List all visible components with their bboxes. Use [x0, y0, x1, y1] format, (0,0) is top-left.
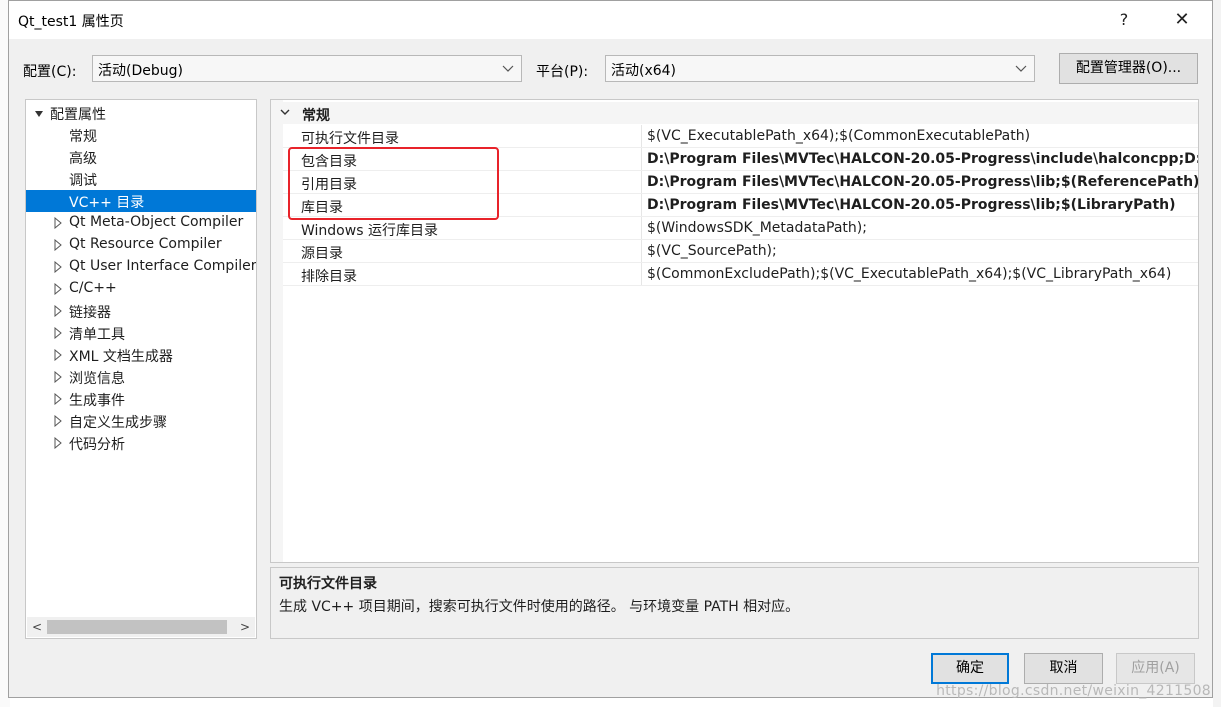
scroll-left-icon[interactable]: <	[29, 619, 45, 635]
collapsed-triangle-icon	[54, 393, 62, 405]
tree-item-label: Qt Resource Compiler	[69, 236, 222, 252]
column-divider	[641, 125, 642, 147]
grid-category-general[interactable]: 常规	[271, 102, 1198, 124]
property-row-source-dirs[interactable]: 源目录 $(VC_SourcePath);	[283, 240, 1198, 263]
tree-item-qt-moc[interactable]: Qt Meta-Object Compiler	[26, 212, 256, 234]
chevron-down-icon	[1015, 65, 1027, 72]
tree-item-linker[interactable]: 链接器	[26, 300, 256, 322]
platform-combo[interactable]: 活动(x64)	[605, 55, 1035, 82]
config-combo[interactable]: 活动(Debug)	[92, 55, 522, 82]
tree-item-label: 调试	[69, 173, 97, 189]
description-panel: 可执行文件目录 生成 VC++ 项目期间，搜索可执行文件时使用的路径。 与环境变…	[270, 567, 1199, 639]
platform-label: 平台(P):	[536, 64, 589, 80]
property-value[interactable]: $(VC_ExecutablePath_x64);$(CommonExecuta…	[647, 128, 1030, 144]
property-value[interactable]: D:\Program Files\MVTec\HALCON-20.05-Prog…	[647, 174, 1198, 190]
tree-item-browse-info[interactable]: 浏览信息	[26, 366, 256, 388]
collapsed-triangle-icon	[54, 349, 62, 361]
help-button[interactable]: ?	[1107, 7, 1141, 33]
collapsed-triangle-icon	[54, 437, 62, 449]
collapsed-triangle-icon	[54, 327, 62, 339]
collapsed-triangle-icon	[54, 239, 62, 251]
collapsed-triangle-icon	[54, 283, 62, 295]
property-row-winrt-dirs[interactable]: Windows 运行库目录 $(WindowsSDK_MetadataPath)…	[283, 217, 1198, 240]
title-bar: Qt_test1 属性页 ? ✕	[9, 1, 1212, 39]
platform-value: 活动(x64)	[611, 63, 677, 79]
tree-item-label: 生成事件	[69, 393, 125, 409]
tree-item-build-events[interactable]: 生成事件	[26, 388, 256, 410]
collapsed-triangle-icon	[54, 371, 62, 383]
tree-item-label: XML 文档生成器	[69, 349, 173, 365]
property-row-executable-dirs[interactable]: 可执行文件目录 $(VC_ExecutablePath_x64);$(Commo…	[283, 125, 1198, 148]
close-button[interactable]: ✕	[1165, 7, 1199, 33]
cancel-button[interactable]: 取消	[1024, 653, 1103, 684]
property-pages-dialog: Qt_test1 属性页 ? ✕ 配置(C): 活动(Debug) 平台(P):…	[8, 0, 1213, 698]
tree-item-custom-build[interactable]: 自定义生成步骤	[26, 410, 256, 432]
config-manager-button[interactable]: 配置管理器(O)...	[1059, 53, 1198, 84]
tree-item-label: Qt Meta-Object Compiler	[69, 214, 244, 230]
property-value[interactable]: $(WindowsSDK_MetadataPath);	[647, 220, 867, 236]
property-name: 源目录	[301, 246, 343, 262]
column-divider	[641, 194, 642, 216]
property-value[interactable]: D:\Program Files\MVTec\HALCON-20.05-Prog…	[647, 197, 1176, 213]
property-row-exclude-dirs[interactable]: 排除目录 $(CommonExcludePath);$(VC_Executabl…	[283, 263, 1198, 286]
window-title: Qt_test1 属性页	[18, 14, 124, 30]
tree-item-code-analysis[interactable]: 代码分析	[26, 432, 256, 454]
apply-button[interactable]: 应用(A)	[1116, 653, 1195, 684]
collapsed-triangle-icon	[54, 217, 62, 229]
tree-item-debugging[interactable]: 调试	[26, 168, 256, 190]
expanded-triangle-icon	[35, 111, 43, 117]
tree-item-label: 配置属性	[50, 107, 106, 123]
collapsed-triangle-icon	[54, 415, 62, 427]
tree-item-label: 高级	[69, 151, 97, 167]
expanded-chevron-icon	[280, 109, 290, 115]
chevron-down-icon	[502, 65, 514, 72]
tree-horizontal-scrollbar[interactable]: < >	[27, 617, 255, 637]
config-label: 配置(C):	[23, 64, 77, 80]
tree-item-advanced[interactable]: 高级	[26, 146, 256, 168]
property-name: 排除目录	[301, 269, 357, 285]
scroll-right-icon[interactable]: >	[237, 619, 253, 635]
ok-button[interactable]: 确定	[931, 653, 1009, 684]
tree-item-vc-directories[interactable]: VC++ 目录	[26, 190, 256, 212]
tree-item-label: C/C++	[69, 280, 117, 296]
description-title: 可执行文件目录	[279, 576, 377, 592]
watermark-text: https://blog.csdn.net/weixin_4211508	[936, 683, 1211, 699]
property-value[interactable]: $(VC_SourcePath);	[647, 243, 777, 259]
grid-gutter	[271, 100, 283, 562]
column-divider	[641, 240, 642, 262]
tree-item-label: 常规	[69, 129, 97, 145]
tree-item-xml-doc[interactable]: XML 文档生成器	[26, 344, 256, 366]
tree-item-label: 清单工具	[69, 327, 125, 343]
tree-item-label: Qt User Interface Compiler	[69, 258, 257, 274]
tree-item-label: 链接器	[69, 305, 111, 321]
tree-item-cpp[interactable]: C/C++	[26, 278, 256, 300]
category-tree: 配置属性 常规 高级 调试 VC++ 目录 Qt Meta-Object Com…	[25, 99, 257, 639]
property-value[interactable]: D:\Program Files\MVTec\HALCON-20.05-Prog…	[647, 151, 1198, 167]
property-value[interactable]: $(CommonExcludePath);$(VC_ExecutablePath…	[647, 266, 1171, 282]
scroll-thumb[interactable]	[47, 620, 227, 634]
tree-item-qt-rcc[interactable]: Qt Resource Compiler	[26, 234, 256, 256]
tree-item-label: VC++ 目录	[69, 195, 145, 211]
tree-item-label: 自定义生成步骤	[69, 415, 167, 431]
column-divider	[641, 171, 642, 193]
grid-category-label: 常规	[302, 108, 330, 124]
tree-item-manifest-tool[interactable]: 清单工具	[26, 322, 256, 344]
red-highlight-annotation	[288, 147, 499, 220]
property-name: 可执行文件目录	[301, 131, 399, 147]
column-divider	[641, 148, 642, 170]
config-value: 活动(Debug)	[98, 63, 183, 79]
tree-item-label: 浏览信息	[69, 371, 125, 387]
column-divider	[641, 217, 642, 239]
tree-item-label: 代码分析	[69, 437, 125, 453]
description-text: 生成 VC++ 项目期间，搜索可执行文件时使用的路径。 与环境变量 PATH 相…	[279, 599, 800, 615]
column-divider	[641, 263, 642, 285]
collapsed-triangle-icon	[54, 261, 62, 273]
tree-item-general[interactable]: 常规	[26, 124, 256, 146]
tree-item-qt-uic[interactable]: Qt User Interface Compiler	[26, 256, 256, 278]
background-window-edge	[1213, 0, 1221, 707]
collapsed-triangle-icon	[54, 305, 62, 317]
tree-root-item[interactable]: 配置属性	[26, 102, 256, 124]
property-name: Windows 运行库目录	[301, 223, 438, 239]
